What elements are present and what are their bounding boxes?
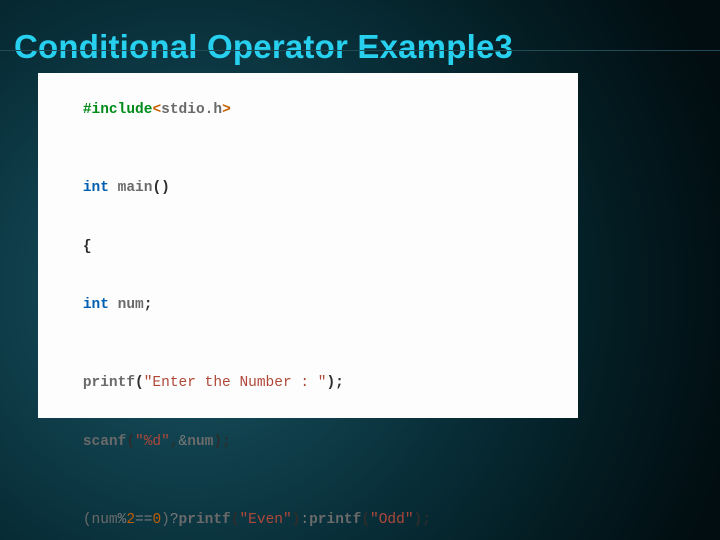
semicolon: ; — [222, 434, 231, 450]
semicolon: ; — [144, 297, 153, 313]
op-qmark: ? — [170, 512, 179, 528]
code-blank-line — [48, 140, 568, 160]
code-line-ternary: (num%2==0)?printf("Even"):printf("Odd"); — [48, 492, 568, 540]
parens: () — [152, 180, 169, 196]
func-scanf: scanf — [83, 434, 127, 450]
header-name: stdio. — [161, 102, 213, 118]
space — [109, 180, 118, 196]
op-colon: : — [300, 512, 309, 528]
string-literal: "Odd" — [370, 512, 414, 528]
code-line-decl: int num; — [48, 277, 568, 336]
num-literal: 2 — [126, 512, 135, 528]
code-line-scanf: scanf("%d",&num); — [48, 414, 568, 473]
op-eq: == — [135, 512, 152, 528]
func-printf: printf — [309, 512, 361, 528]
angle-close: > — [222, 102, 231, 118]
string-literal: "Enter the Number : " — [144, 375, 327, 391]
space — [109, 297, 118, 313]
title-underline — [0, 50, 720, 51]
keyword-int: int — [83, 297, 109, 313]
code-line-brace-open: { — [48, 218, 568, 277]
code-line-main: int main() — [48, 159, 568, 218]
header-ext: h — [213, 102, 222, 118]
rparen: ) — [161, 512, 170, 528]
brace-open: { — [83, 239, 92, 255]
semicolon: ; — [422, 512, 431, 528]
num-literal: 0 — [152, 512, 161, 528]
semicolon: ; — [335, 375, 344, 391]
func-printf: printf — [83, 375, 135, 391]
ident-num: num — [92, 512, 118, 528]
code-blank-line — [48, 335, 568, 355]
angle-open: < — [152, 102, 161, 118]
comma: , — [170, 434, 179, 450]
code-blank-line — [48, 472, 568, 492]
code-panel: #include<stdio.h> int main() { int num; … — [38, 73, 578, 418]
rparen: ) — [326, 375, 335, 391]
lparen: ( — [135, 375, 144, 391]
lparen: ( — [361, 512, 370, 528]
ident-num: num — [187, 434, 213, 450]
preproc-directive: #include — [83, 102, 153, 118]
lparen: ( — [83, 512, 92, 528]
string-literal: "Even" — [239, 512, 291, 528]
func-main: main — [118, 180, 153, 196]
string-literal: "%d" — [135, 434, 170, 450]
code-line-printf: printf("Enter the Number : "); — [48, 355, 568, 414]
func-printf: printf — [179, 512, 231, 528]
keyword-int: int — [83, 180, 109, 196]
rparen: ) — [213, 434, 222, 450]
amp: & — [179, 434, 188, 450]
code-line-include: #include<stdio.h> — [48, 81, 568, 140]
ident-num: num — [118, 297, 144, 313]
lparen: ( — [126, 434, 135, 450]
slide-title: Conditional Operator Example3 — [14, 28, 706, 66]
rparen: ) — [414, 512, 423, 528]
